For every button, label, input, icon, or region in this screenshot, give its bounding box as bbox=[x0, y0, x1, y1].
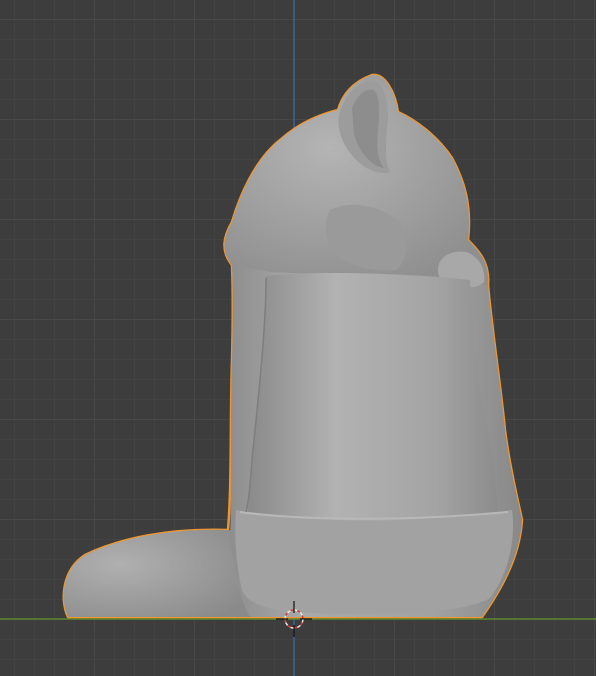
bag-base-shape bbox=[235, 510, 514, 614]
bag-shape bbox=[248, 273, 498, 523]
3d-viewport[interactable] bbox=[0, 0, 596, 676]
viewport-canvas[interactable] bbox=[0, 0, 596, 676]
